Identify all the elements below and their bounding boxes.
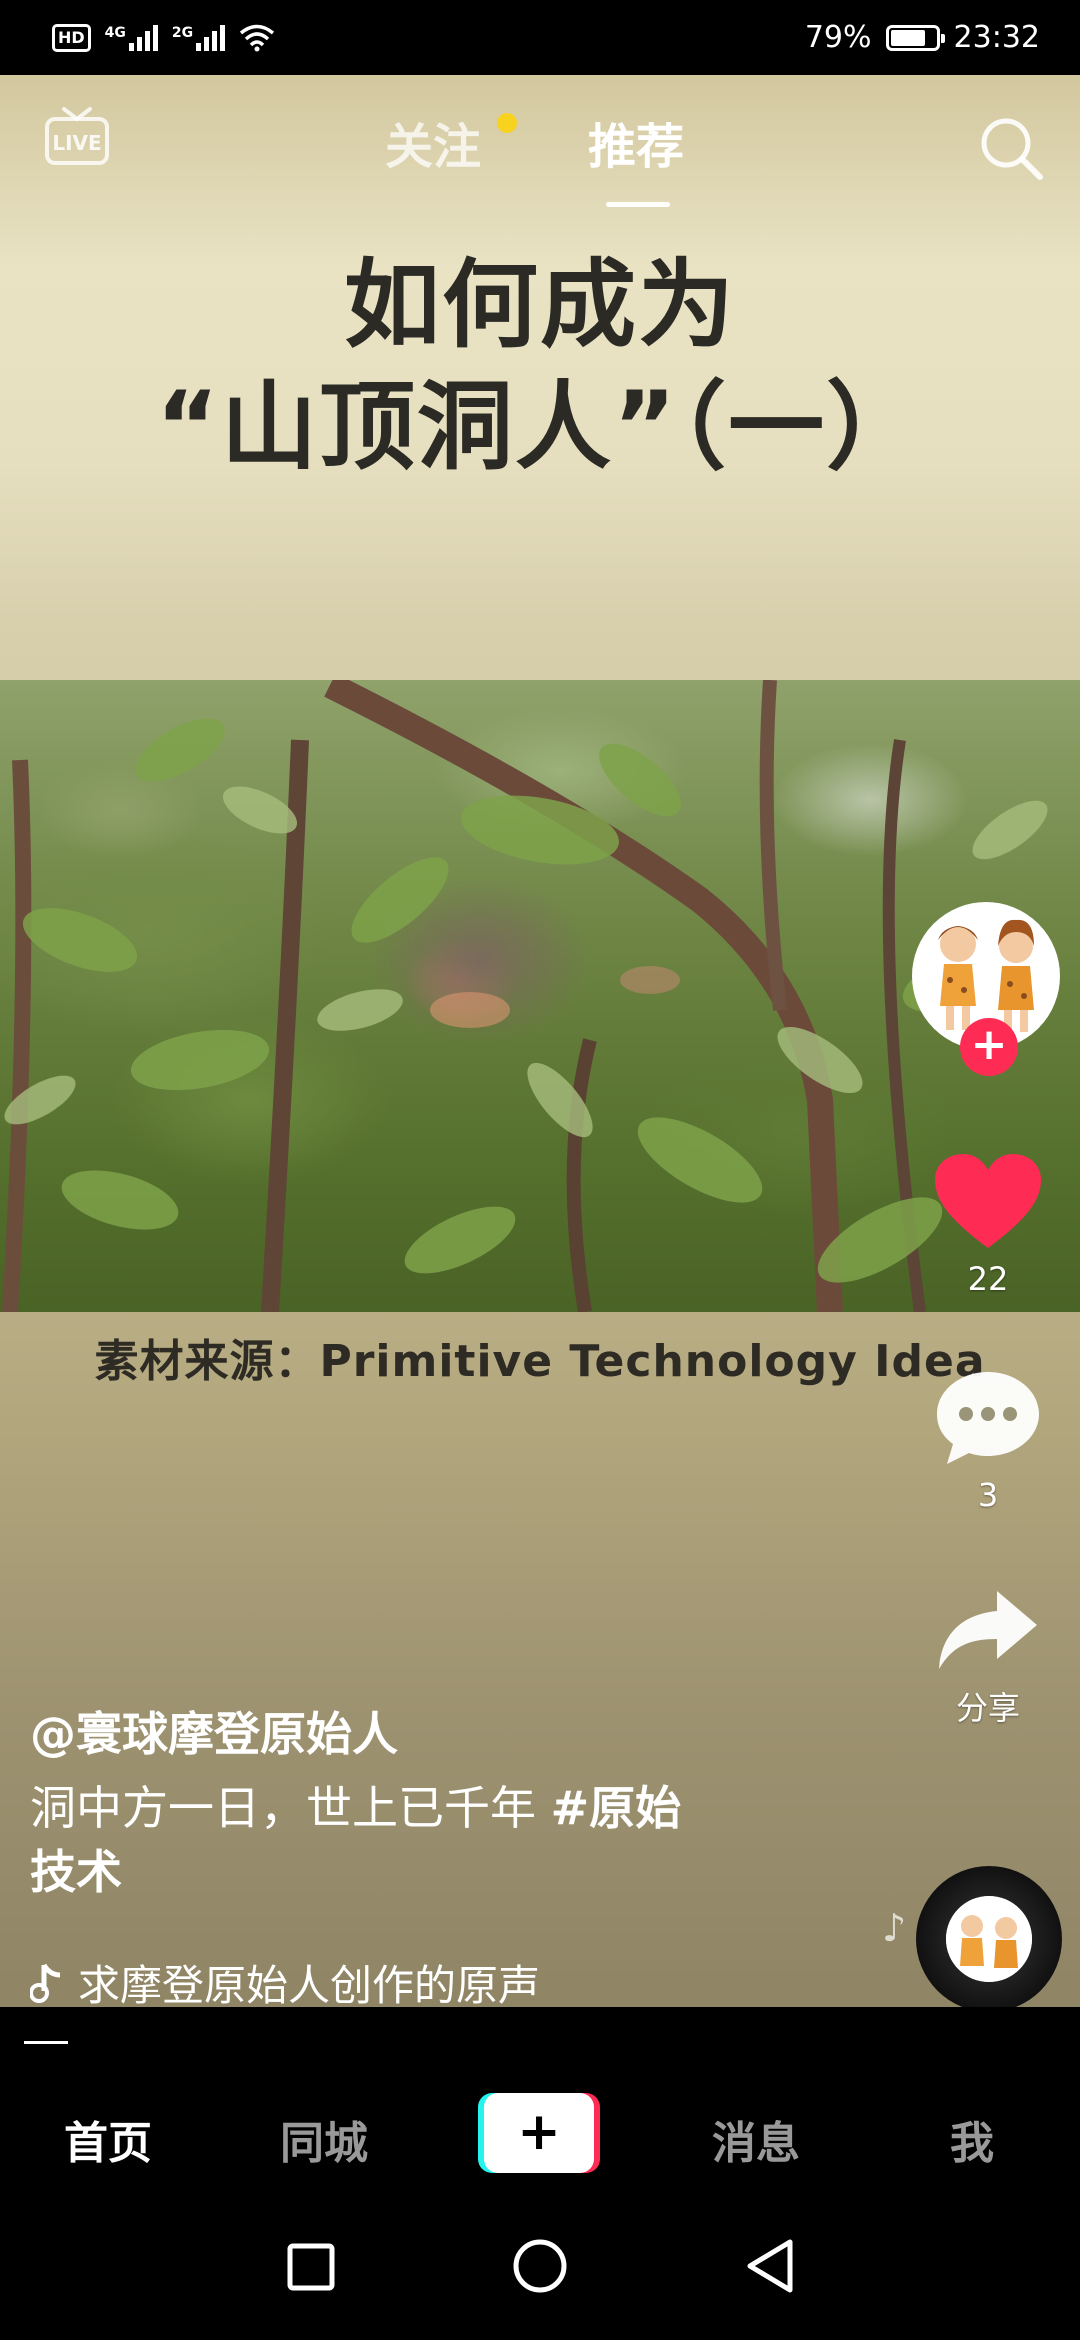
tab-home[interactable]: 首页 [64,2107,152,2171]
music-disc[interactable] [916,1866,1062,2012]
recent-apps-icon[interactable] [270,2226,350,2306]
clock: 23:32 [953,20,1040,55]
video-title-card: 如何成为 “山顶洞人”（一） [0,245,1080,487]
status-right: 79% 23:32 [805,20,1040,55]
comment-bubble-icon [937,1372,1039,1464]
like-count: 22 [967,1260,1009,1298]
music-marquee[interactable]: 求摩登原始人创作的原声 [30,1952,570,2013]
signal-bars-icon [128,24,158,51]
source-caption: 素材来源：Primitive Technology Idea [94,1336,986,1387]
disc-cover-image [946,1896,1032,1982]
video-title-line1: 如何成为 [344,249,736,361]
floating-note-icon: ♪ [882,1906,907,1950]
search-icon[interactable] [978,115,1044,181]
comment-button[interactable]: 3 [920,1368,1056,1514]
back-triangle-icon[interactable] [730,2226,810,2306]
net-label-4g: 4G [104,24,126,41]
follow-plus-button[interactable]: + [960,1018,1018,1076]
post-description: 洞中方一日，世上已千年 #原始技术 [30,1776,770,1904]
music-disc-cover [946,1896,1032,1982]
follow-notification-dot [497,113,517,133]
share-arrow-icon [939,1591,1037,1669]
system-navigation-bar [0,2192,1080,2340]
tab-follow[interactable]: 关注 [385,107,481,177]
share-label: 分享 [955,1689,1020,1727]
music-text: 求摩登原始人创作的原声 [78,1961,541,2010]
heart-icon [935,1154,1041,1248]
tab-me[interactable]: 我 [950,2107,994,2171]
top-nav: LIVE 关注 推荐 [0,75,1080,215]
hd-badge: HD [52,23,91,52]
author-name[interactable]: @寰球摩登原始人 [30,1698,398,1764]
active-tab-indicator [606,202,670,207]
tab-recommend[interactable]: 推荐 [588,107,684,177]
music-note-icon [30,1963,61,2003]
live-icon[interactable]: LIVE [44,105,110,167]
hashtag-part1: #原始 [550,1781,682,1835]
live-label: LIVE [52,131,101,155]
tab-city[interactable]: 同城 [280,2107,368,2171]
create-plus-icon: + [484,2093,594,2173]
bottom-tab-bar: 首页 同城 + 消息 我 [0,2007,1080,2192]
share-button[interactable]: 分享 [920,1585,1056,1729]
video-title-line2: “山顶洞人”（一） [155,371,925,483]
status-left: HD 4G 2G [52,23,275,52]
hashtag-part2: 技术 [30,1845,122,1899]
creator-avatar-group: + [912,902,1060,1076]
video-progress-indicator [24,2041,68,2044]
home-circle-icon[interactable] [500,2226,580,2306]
status-bar: HD 4G 2G 79% 23:32 [0,0,1080,75]
battery-percent: 79% [804,20,872,55]
net-label-2g: 2G [171,24,194,41]
signal-bars-icon [196,24,226,51]
tab-messages[interactable]: 消息 [712,2107,800,2171]
battery-icon [885,24,945,51]
comment-count: 3 [977,1476,999,1514]
like-button[interactable]: 22 [920,1152,1056,1298]
battery-fill [890,29,926,46]
description-text: 洞中方一日，世上已千年 [30,1781,551,1835]
create-video-button[interactable]: + [478,2093,600,2173]
signal-4g: 4G [104,24,158,51]
signal-2g: 2G [171,24,226,51]
wifi-icon [240,24,275,51]
